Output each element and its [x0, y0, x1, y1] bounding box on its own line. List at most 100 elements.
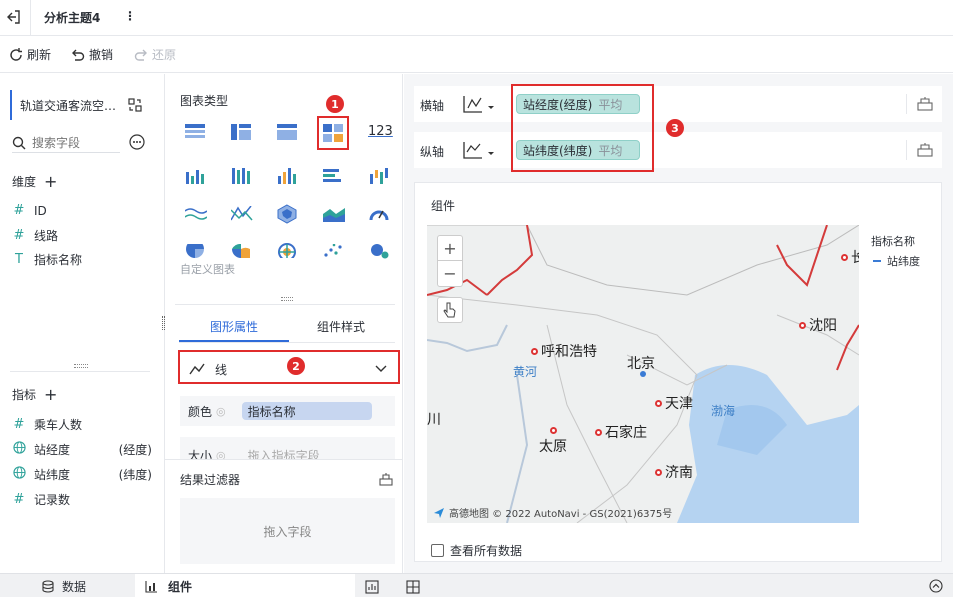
detail-table-icon[interactable]: [277, 124, 299, 142]
bar-chart-icon: [145, 580, 157, 593]
measure-field-longitude[interactable]: 站经度 (经度): [12, 441, 152, 458]
crosstab-chart-icon[interactable]: [231, 124, 253, 142]
refresh-button[interactable]: 刷新: [9, 46, 51, 63]
y-axis-type-icon[interactable]: [462, 140, 496, 163]
kpi-chart-icon[interactable]: 123: [368, 124, 393, 139]
dataset-selector[interactable]: 轨道交通客流空…: [10, 90, 122, 120]
globe-icon: [12, 466, 26, 483]
dimension-field-line[interactable]: # 线路: [12, 227, 58, 244]
more-options-icon[interactable]: [129, 134, 145, 153]
tab-component[interactable]: 组件: [135, 574, 355, 597]
y-axis-label: 纵轴: [420, 145, 445, 159]
redo-button[interactable]: 还原: [134, 46, 176, 63]
map-view[interactable]: + − 呼和浩特 北京 天津 石家庄 太原 济南 沈阳 银川 长 黄河 渤海 高…: [427, 225, 859, 523]
table-chart-icon[interactable]: [185, 124, 207, 142]
dimension-field-metric-name[interactable]: T 指标名称: [12, 251, 82, 268]
field-label: 记录数: [34, 493, 71, 507]
top-bar: 分析主题4 ⋮: [0, 0, 953, 36]
city-label-partial-right: 长: [841, 247, 859, 267]
city-label-partial: 银川: [427, 412, 441, 428]
measure-field-passengers[interactable]: # 乘车人数: [12, 416, 82, 433]
search-icon: [12, 136, 26, 149]
map-select-tool[interactable]: [437, 297, 463, 323]
rose-chart-icon[interactable]: [277, 242, 299, 261]
horizontal-bar-icon[interactable]: [323, 168, 345, 186]
analysis-tab[interactable]: 分析主题4: [44, 9, 100, 26]
tab-data[interactable]: 数据: [0, 574, 135, 597]
pie-chart-icon[interactable]: [185, 240, 207, 262]
bubble-chart-icon[interactable]: [369, 242, 391, 260]
filter-drop-zone[interactable]: 拖入字段: [180, 498, 395, 564]
field-label: 站纬度: [34, 468, 71, 482]
field-role: (纬度): [118, 468, 152, 482]
canvas-area: 横轴 站经度(经度) 平均 纵轴 站纬度(纬度) 平均 组件 + − 呼和浩特 …: [404, 74, 953, 573]
collapse-up-icon[interactable]: [929, 579, 943, 596]
step-badge-3: 3: [666, 119, 684, 137]
undo-icon: [72, 49, 85, 61]
size-drop-zone[interactable]: 拖入指标字段: [248, 447, 320, 459]
filter-title: 结果过滤器: [180, 473, 241, 487]
field-panel: 轨道交通客流空… 维度 + # ID # 线路 T 指标名称 指标 + # 乘车…: [0, 74, 165, 573]
multi-line-icon[interactable]: [230, 205, 253, 224]
switch-dataset-icon[interactable]: [128, 98, 142, 115]
tab-component-style[interactable]: 组件样式: [317, 318, 365, 335]
tab-shape-properties[interactable]: 图形属性: [210, 318, 258, 335]
step-badge-2: 2: [287, 357, 305, 375]
add-dimension-icon[interactable]: +: [44, 172, 57, 191]
add-component-icon[interactable]: [365, 580, 379, 597]
dimension-field-id[interactable]: # ID: [12, 203, 47, 218]
bar-chart-icon[interactable]: [277, 168, 299, 186]
y-axis-shelf: 纵轴: [414, 132, 942, 168]
measures-title: 指标: [12, 388, 37, 402]
x-shelf-settings-icon[interactable]: [906, 94, 942, 114]
panel-resize-handle[interactable]: [162, 316, 165, 330]
measure-field-latitude[interactable]: 站纬度 (纬度): [12, 466, 152, 483]
scatter-chart-icon[interactable]: [323, 243, 345, 262]
refresh-label: 刷新: [27, 48, 52, 62]
component-title: 组件: [431, 199, 456, 213]
dimensions-title: 维度: [12, 175, 37, 189]
panel-splitter[interactable]: [74, 364, 88, 368]
database-icon: [42, 579, 54, 593]
measure-field-record-count[interactable]: # 记录数: [12, 491, 70, 508]
filter-settings-icon[interactable]: [379, 472, 393, 489]
city-label-jinan: 济南: [655, 462, 693, 482]
more-icon[interactable]: ⋮: [124, 9, 136, 23]
x-axis-type-icon[interactable]: [462, 94, 496, 117]
custom-chart-link[interactable]: 自定义图表: [180, 261, 235, 277]
measures-header: 指标 +: [12, 385, 57, 404]
size-label: 大小: [188, 449, 213, 459]
search-input[interactable]: [32, 135, 116, 150]
zoom-out-button[interactable]: −: [438, 261, 462, 286]
donut-chart-icon[interactable]: [231, 243, 253, 262]
beijing-marker[interactable]: [640, 371, 646, 377]
grouped-bar-icon[interactable]: [185, 168, 207, 186]
color-field-pill[interactable]: 指标名称: [241, 402, 372, 420]
exit-icon[interactable]: [6, 9, 22, 25]
y-shelf-settings-icon[interactable]: [906, 140, 942, 160]
add-dashboard-icon[interactable]: [406, 580, 420, 597]
undo-button[interactable]: 撤销: [71, 46, 113, 63]
area-chart-icon[interactable]: [323, 206, 345, 224]
legend-item[interactable]: 站纬度: [873, 253, 920, 269]
add-measure-icon[interactable]: +: [44, 385, 57, 404]
settings-icon[interactable]: ◎: [216, 449, 226, 459]
tab-component-label: 组件: [168, 579, 193, 594]
legend-line-swatch: [873, 260, 881, 262]
zoom-in-button[interactable]: +: [438, 236, 462, 261]
line-chart-icon[interactable]: [184, 206, 208, 224]
settings-icon[interactable]: ◎: [216, 405, 226, 418]
chart-config-panel: 图表类型 123 自定义图表 图形属性 组件样式 线 颜色 ◎ 指标名称 大小 …: [165, 74, 403, 573]
radar-chart-icon[interactable]: [277, 204, 299, 224]
stacked-bar-icon[interactable]: [231, 168, 253, 186]
number-icon: #: [13, 203, 25, 218]
gauge-chart-icon[interactable]: [369, 205, 391, 223]
view-all-data-checkbox[interactable]: 查看所有数据: [431, 542, 522, 559]
city-label-hohhot: 呼和浩特: [531, 341, 597, 361]
waterfall-icon[interactable]: [369, 168, 391, 186]
field-search[interactable]: [12, 133, 120, 153]
amap-logo-icon: [434, 507, 444, 518]
config-splitter[interactable]: [281, 297, 293, 301]
legend-title: 指标名称: [871, 235, 915, 248]
number-icon: #: [13, 492, 25, 507]
